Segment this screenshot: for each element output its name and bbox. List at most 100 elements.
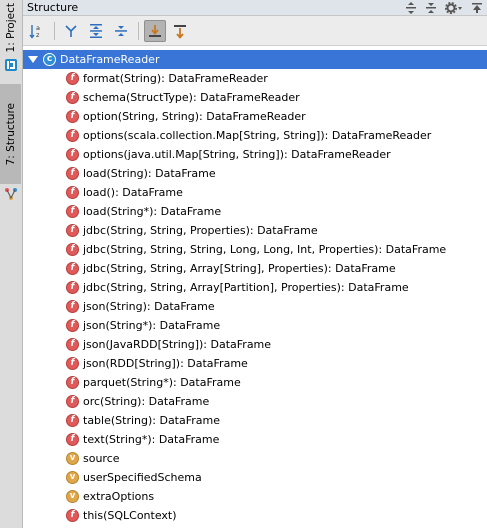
method-icon: f xyxy=(66,205,79,218)
tree-item-label: json(String): DataFrame xyxy=(83,300,215,313)
tree-item-label: jdbc(String, String, Array[Partition], P… xyxy=(83,281,409,294)
method-icon: f xyxy=(66,167,79,180)
tree-item-label: userSpecifiedSchema xyxy=(83,471,202,484)
tree-root-row[interactable]: c DataFrameReader xyxy=(23,50,487,69)
autoscroll-to-source-icon[interactable] xyxy=(144,19,166,42)
method-icon: f xyxy=(66,91,79,104)
tree-method-row[interactable]: f schema(StructType): DataFrameReader xyxy=(23,88,487,107)
expand-arrow-icon[interactable] xyxy=(28,56,38,63)
structure-tab-label: 7: Structure xyxy=(4,102,17,166)
collapse-icon[interactable] xyxy=(421,0,441,15)
gear-icon[interactable] xyxy=(441,0,467,15)
method-icon: f xyxy=(66,186,79,199)
tree-method-row[interactable]: f load(String): DataFrame xyxy=(23,164,487,183)
structure-tool-icon[interactable] xyxy=(4,187,18,201)
tree-method-row[interactable]: f load(): DataFrame xyxy=(23,183,487,202)
tree-field-row[interactable]: v userSpecifiedSchema xyxy=(23,468,487,487)
hide-panel-icon[interactable] xyxy=(467,0,487,15)
tree-method-row[interactable]: f options(java.util.Map[String, String]):… xyxy=(23,145,487,164)
tree-method-row[interactable]: f jdbc(String, String, Array[Partition], … xyxy=(23,278,487,297)
structure-toolbar: a z xyxy=(23,16,487,46)
tree-item-label: jdbc(String, String, Array[String], Prop… xyxy=(83,262,396,275)
toolbar-separator xyxy=(54,21,55,40)
autoscroll-from-source-icon[interactable] xyxy=(169,20,191,42)
tree-method-row[interactable]: f jdbc(String, String, Array[String], Pro… xyxy=(23,259,487,278)
tree-item-label: options(scala.collection.Map[String, Str… xyxy=(83,129,432,142)
class-icon: c xyxy=(43,53,56,66)
tree-item-label: source xyxy=(83,452,120,465)
tree-field-row[interactable]: v extraOptions xyxy=(23,487,487,506)
project-tool-icon[interactable] xyxy=(4,58,18,72)
tree-method-row[interactable]: f jdbc(String, String, String, Long, Long… xyxy=(23,240,487,259)
svg-text:z: z xyxy=(36,31,40,39)
tree-field-row[interactable]: v source xyxy=(23,449,487,468)
left-tool-strip: 1: Project 7: Structure xyxy=(0,0,23,528)
tree-item-label: json(String*): DataFrame xyxy=(83,319,221,332)
tree-item-label: option(String, String): DataFrameReader xyxy=(83,110,306,123)
tree-item-label: text(String*): DataFrame xyxy=(83,433,220,446)
tree-item-label: load(String): DataFrame xyxy=(83,167,216,180)
tree-item-label: load(): DataFrame xyxy=(83,186,183,199)
tree-item-label: parquet(String*): DataFrame xyxy=(83,376,241,389)
tree-method-row[interactable]: f json(String): DataFrame xyxy=(23,297,487,316)
tree-method-row[interactable]: f table(String): DataFrame xyxy=(23,411,487,430)
method-icon: f xyxy=(66,357,79,370)
tree-item-label: schema(StructType): DataFrameReader xyxy=(83,91,300,104)
tree-item-label: table(String): DataFrame xyxy=(83,414,221,427)
method-icon: f xyxy=(66,110,79,123)
tree-item-label: jdbc(String, String, Properties): DataFr… xyxy=(83,224,318,237)
collapse-all-icon[interactable] xyxy=(110,20,132,42)
method-icon: f xyxy=(66,319,79,332)
tree-method-row[interactable]: f load(String*): DataFrame xyxy=(23,202,487,221)
method-icon: f xyxy=(66,224,79,237)
project-tab-label: 1: Project xyxy=(4,2,17,53)
tree-item-label: options(java.util.Map[String, String]): … xyxy=(83,148,391,161)
tree-item-label: format(String): DataFrameReader xyxy=(83,72,268,85)
tree-item-label: extraOptions xyxy=(83,490,155,503)
tree-method-row[interactable]: f json(String*): DataFrame xyxy=(23,316,487,335)
method-icon: f xyxy=(66,509,79,522)
expand-icon[interactable] xyxy=(401,0,421,15)
tree-method-row[interactable]: f orc(String): DataFrame xyxy=(23,392,487,411)
tree-item-label: json(JavaRDD[String]): DataFrame xyxy=(83,338,272,351)
tree-item-label: orc(String): DataFrame xyxy=(83,395,210,408)
field-icon: v xyxy=(66,471,79,484)
method-icon: f xyxy=(66,338,79,351)
tree-method-row[interactable]: f json(RDD[String]): DataFrame xyxy=(23,354,487,373)
tree-item-label: this(SQLContext) xyxy=(83,509,177,522)
method-icon: f xyxy=(66,414,79,427)
field-icon: v xyxy=(66,452,79,465)
tree-method-row[interactable]: f format(String): DataFrameReader xyxy=(23,69,487,88)
method-icon: f xyxy=(66,262,79,275)
tree-item-label: jdbc(String, String, String, Long, Long,… xyxy=(83,243,447,256)
structure-tool-tab[interactable]: 7: Structure xyxy=(0,84,21,184)
sort-alphabetically-icon[interactable]: a z xyxy=(26,20,48,42)
toolbar-separator xyxy=(138,21,139,40)
tree-item-label: load(String*): DataFrame xyxy=(83,205,222,218)
tree-root-label: DataFrameReader xyxy=(60,53,160,66)
structure-tree: c DataFrameReader f format(String): DataF… xyxy=(23,48,487,528)
expand-all-icon[interactable] xyxy=(85,20,107,42)
tree-item-label: json(RDD[String]): DataFrame xyxy=(83,357,248,370)
tree-method-row[interactable]: f options(scala.collection.Map[String, St… xyxy=(23,126,487,145)
method-icon: f xyxy=(66,129,79,142)
method-icon: f xyxy=(66,395,79,408)
tree-method-row[interactable]: f option(String, String): DataFrameReader xyxy=(23,107,487,126)
method-icon: f xyxy=(66,376,79,389)
field-icon: v xyxy=(66,490,79,503)
project-tool-tab[interactable]: 1: Project xyxy=(0,0,21,55)
tree-method-row[interactable]: f this(SQLContext) xyxy=(23,506,487,525)
tree-method-row[interactable]: f text(String*): DataFrame xyxy=(23,430,487,449)
method-icon: f xyxy=(66,148,79,161)
method-icon: f xyxy=(66,300,79,313)
tree-method-row[interactable]: f json(JavaRDD[String]): DataFrame xyxy=(23,335,487,354)
method-icon: f xyxy=(66,72,79,85)
tree-method-row[interactable]: f parquet(String*): DataFrame xyxy=(23,373,487,392)
header-actions xyxy=(401,0,487,15)
structure-panel-header: Structure xyxy=(23,0,487,16)
method-icon: f xyxy=(66,243,79,256)
method-icon: f xyxy=(66,281,79,294)
panel-title: Structure xyxy=(27,1,79,14)
sort-by-visibility-icon[interactable] xyxy=(60,20,82,42)
tree-method-row[interactable]: f jdbc(String, String, Properties): DataF… xyxy=(23,221,487,240)
